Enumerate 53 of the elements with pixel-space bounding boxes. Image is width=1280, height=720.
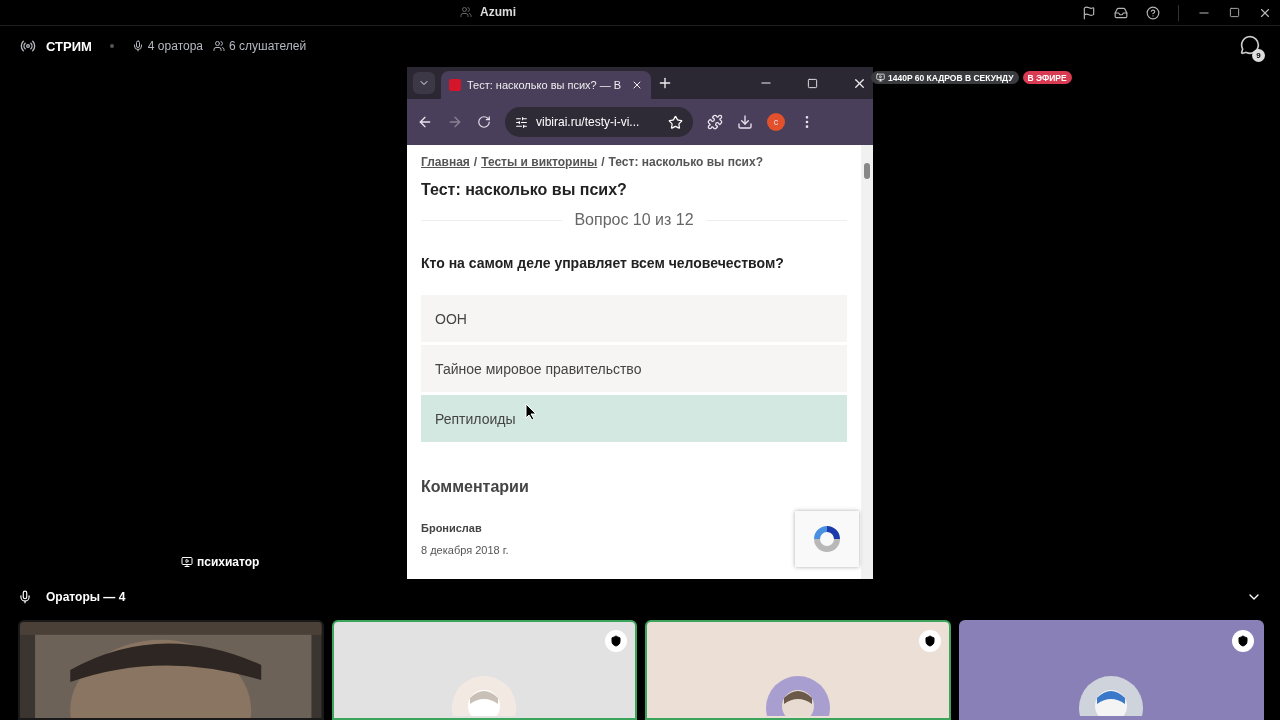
reload-icon[interactable] [477,115,491,129]
comments-heading: Комментарии [421,478,530,496]
favicon-icon [449,79,461,91]
question-counter: Вопрос 10 из 12 [574,211,694,229]
speaker-tile[interactable] [958,620,1264,720]
chat-count: 9 [1252,48,1265,62]
help-icon[interactable] [1146,5,1160,20]
close-tab-icon[interactable] [631,79,643,91]
speaker-tile[interactable] [331,620,637,720]
inbox-icon[interactable] [1114,5,1128,20]
stage-icon [20,38,36,54]
tab-list-button[interactable] [413,72,435,94]
recaptcha-badge [795,511,859,567]
forward-icon[interactable] [447,114,463,130]
scrollbar[interactable] [861,145,873,579]
section-title: Ораторы — 4 [46,590,126,604]
app-icon [460,6,472,18]
mic-icon [131,40,144,52]
page-title: Тест: насколько вы псих? [421,181,628,199]
bookmark-star-icon[interactable] [668,114,683,130]
stage-title: СТРИМ [46,38,92,54]
speaker-tile[interactable] [645,620,951,720]
breadcrumb-link[interactable]: Тесты и викторины [481,155,598,169]
address-bar[interactable]: vibirai.ru/testy-i-vi... [505,107,693,137]
breadcrumb-current: Тест: насколько вы псих? [608,155,763,169]
window-title: Azumi [480,5,516,19]
question-text: Кто на самом деле управляет всем человечеством? [421,255,785,271]
live-badge: В ЭФИРЕ [1022,71,1072,84]
flag-icon[interactable] [1082,5,1096,20]
mic-icon [18,590,32,604]
cursor-icon [525,403,537,421]
chat-icon[interactable] [1240,34,1260,55]
quality-badge: 1440P 60 КАДРОВ В СЕКУНДУ [871,71,1019,84]
screen-share-icon [181,556,193,568]
new-tab-icon[interactable] [657,75,673,91]
breadcrumb-separator: / [473,155,478,169]
comment-date: 8 декабря 2018 г. [421,544,510,556]
browser-tab[interactable]: Тест: насколько вы псих? — В [441,71,651,99]
answer-option[interactable]: Тайное мировое правительство [421,345,847,392]
listener-count: 6 слушателей [229,39,307,53]
answer-option[interactable]: Рептилоиды [421,395,847,442]
users-icon [213,40,225,52]
comment-author: Бронислав [421,522,483,534]
extensions-icon[interactable] [707,114,723,130]
breadcrumb-separator: / [601,155,605,169]
answer-option[interactable]: ООН [421,295,847,342]
site-settings-icon [515,115,528,129]
back-icon[interactable] [417,114,433,130]
speaker-count: 4 оратора [147,39,203,53]
breadcrumb-link[interactable]: Главная [421,155,470,169]
download-icon[interactable] [737,114,753,130]
streamer-name: психиатор [197,555,260,569]
maximize-icon[interactable] [1229,7,1240,18]
